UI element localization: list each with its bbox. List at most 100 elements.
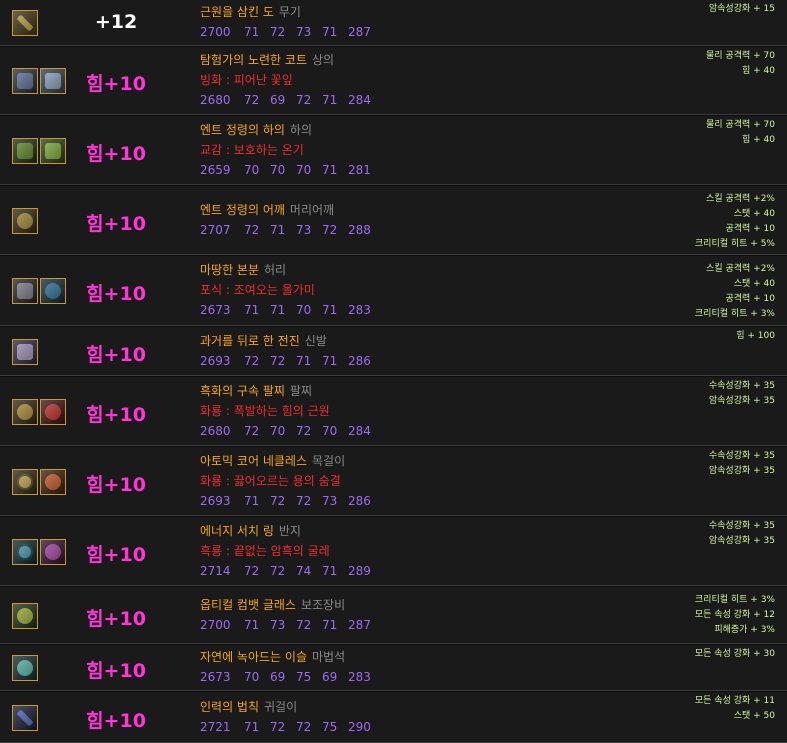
item-name[interactable]: 자연에 녹아드는 이슬	[200, 650, 307, 664]
pants-icon[interactable]	[12, 138, 38, 164]
item-info: 에너지 서치 링 반지 흑룡 : 끝없는 암흑의 굴레 2714 72 72 74 71 289	[200, 521, 378, 581]
equipment-row[interactable]: 힘+10 마땅한 본분 허리 포식 : 조여오는 올가미 2673 71 71 70 71 283…	[0, 256, 787, 326]
bonus-line: 스탯 + 40	[733, 279, 775, 289]
equipment-row[interactable]: 힘+10 아토믹 코어 네클레스 목걸이 화룡 : 끓어오르는 용의 숨결 2693 71…	[0, 447, 787, 516]
ring-icon[interactable]	[12, 539, 38, 565]
item-name[interactable]: 근원을 삼킨 도	[200, 5, 274, 19]
item-name[interactable]: 아토믹 코어 네클레스	[200, 454, 307, 468]
bracelet-icon[interactable]	[40, 399, 66, 425]
stat-value: 2700	[200, 618, 231, 632]
item-info: 엔트 정령의 하의 하의 교감 : 보호하는 온기 2659 70 70 70 71 281	[200, 120, 378, 180]
stat-value: 287	[348, 25, 371, 39]
coat-icon[interactable]	[12, 68, 38, 94]
stat-value: 71	[322, 93, 338, 107]
bonus-line: 크리티컬 히트 + 3%	[694, 595, 775, 605]
stat-value: 283	[348, 303, 371, 317]
item-stats: 2673 70 69 75 69 283	[200, 667, 378, 687]
equipment-row[interactable]: 힘+10 옵티컬 컴뱃 글래스 보조장비 2700 71 73 72 71 287 크리티컬 히트…	[0, 587, 787, 644]
subequipment-icon[interactable]	[12, 603, 38, 629]
stat-value: 2721	[200, 720, 231, 734]
stat-value: 72	[296, 494, 312, 508]
stat-value: 70	[296, 303, 312, 317]
bonus-line: 암속성강화 + 35	[708, 536, 775, 546]
magic-stone-icon[interactable]	[12, 655, 38, 681]
belt-icon[interactable]	[12, 278, 38, 304]
stat-value: 284	[348, 424, 371, 438]
bonus-line: 힘 + 40	[742, 135, 775, 145]
necklace-icon[interactable]	[40, 469, 66, 495]
upgrade-level: 힘+10	[86, 73, 146, 95]
equipment-row[interactable]: 힘+10 자연에 녹아드는 이슬 마법석 2673 70 69 75 69 283 모든 속성 강…	[0, 645, 787, 691]
item-icons	[12, 138, 66, 164]
equipment-row[interactable]: 힘+10 엔트 정령의 어깨 머리어깨 2707 72 71 73 72 288 스킬 공격력 +…	[0, 186, 787, 255]
bracelet-icon[interactable]	[12, 399, 38, 425]
equipment-row[interactable]: 힘+10 에너지 서치 링 반지 흑룡 : 끝없는 암흑의 굴레 2714 72 72 74 7…	[0, 517, 787, 586]
equipment-row[interactable]: 힘+10 과거를 뒤로 한 전진 신발 2693 72 72 71 71 286 힘 + 100	[0, 327, 787, 376]
item-category: 머리어깨	[289, 203, 335, 217]
item-info: 흑화의 구속 팔찌 팔찌 화룡 : 폭발하는 힘의 근원 2680 72 70 72 70 28…	[200, 381, 378, 441]
equipment-list: +12 근원을 삼킨 도 무기 2700 71 72 73 71 287 암속성강화 + 15 힘+…	[0, 0, 787, 743]
sword-icon[interactable]	[12, 10, 38, 36]
boots-icon[interactable]	[12, 339, 38, 365]
item-icons	[12, 278, 66, 304]
item-category: 허리	[264, 263, 287, 277]
item-name[interactable]: 인력의 법칙	[200, 700, 259, 714]
item-name[interactable]: 마땅한 본분	[200, 263, 259, 277]
item-stats: 2700 71 73 72 71 287	[200, 615, 378, 635]
stat-value: 72	[244, 424, 260, 438]
stat-value: 71	[296, 354, 312, 368]
stat-value: 71	[244, 720, 260, 734]
belt-icon[interactable]	[40, 278, 66, 304]
item-bonus-list: 모든 속성 강화 + 11 스탯 + 50	[695, 694, 775, 724]
bonus-line: 암속성강화 + 35	[708, 466, 775, 476]
item-category: 신발	[304, 334, 327, 348]
stat-value: 71	[244, 25, 260, 39]
bonus-line: 모든 속성 강화 + 30	[694, 649, 775, 659]
stat-value: 69	[270, 670, 286, 684]
stat-value: 2659	[200, 163, 231, 177]
upgrade-level: 힘+10	[86, 608, 146, 630]
item-name[interactable]: 흑화의 구속 팔찌	[200, 384, 285, 398]
earring-icon[interactable]	[12, 705, 38, 731]
bonus-line: 암속성강화 + 35	[708, 396, 775, 406]
bonus-line: 모든 속성 강화 + 11	[694, 696, 775, 706]
stat-value: 287	[348, 618, 371, 632]
stat-value: 75	[296, 670, 312, 684]
ring-icon[interactable]	[40, 539, 66, 565]
stat-value: 2714	[200, 564, 231, 578]
stat-value: 2693	[200, 354, 231, 368]
item-stats: 2693 71 72 72 73 286	[200, 491, 378, 511]
coat-icon[interactable]	[40, 68, 66, 94]
shoulder-armor-icon[interactable]	[12, 208, 38, 234]
stat-value: 283	[348, 670, 371, 684]
necklace-icon[interactable]	[12, 469, 38, 495]
item-name[interactable]: 에너지 서치 링	[200, 524, 274, 538]
item-stats: 2693 72 72 71 71 286	[200, 351, 378, 371]
item-bonus-list: 수속성강화 + 35 암속성강화 + 35	[709, 449, 775, 479]
stat-value: 72	[296, 618, 312, 632]
item-name[interactable]: 엔트 정령의 하의	[200, 123, 285, 137]
item-bonus-list: 수속성강화 + 35 암속성강화 + 35	[709, 379, 775, 409]
item-category: 하의	[289, 123, 313, 137]
equipment-row[interactable]: 힘+10 탐험가의 노련한 코트 상의 빙화 : 피어난 꽃잎 2680 72 69 72 71…	[0, 47, 787, 115]
equipment-row[interactable]: +12 근원을 삼킨 도 무기 2700 71 72 73 71 287 암속성강화 + 15	[0, 0, 787, 46]
upgrade-level: 힘+10	[86, 710, 146, 732]
stat-value: 2680	[200, 424, 231, 438]
stat-value: 288	[348, 223, 371, 237]
bonus-line: 스탯 + 50	[733, 711, 775, 721]
item-category: 보조장비	[300, 598, 346, 612]
stat-value: 70	[244, 163, 260, 177]
item-name[interactable]: 과거를 뒤로 한 전진	[200, 334, 300, 348]
stat-value: 75	[322, 720, 338, 734]
equipment-row[interactable]: 힘+10 엔트 정령의 하의 하의 교감 : 보호하는 온기 2659 70 70 70 71 2…	[0, 116, 787, 185]
equipment-row[interactable]: 힘+10 인력의 법칙 귀걸이 2721 71 72 72 75 290 모든 속성 강화 + 1…	[0, 692, 787, 743]
item-stats: 2700 71 72 73 71 287	[200, 22, 378, 42]
item-name[interactable]: 엔트 정령의 어깨	[200, 203, 285, 217]
item-name[interactable]: 탐험가의 노련한 코트	[200, 53, 307, 67]
equipment-row[interactable]: 힘+10 흑화의 구속 팔찌 팔찌 화룡 : 폭발하는 힘의 근원 2680 72 70 72…	[0, 377, 787, 446]
item-name[interactable]: 옵티컬 컴뱃 글래스	[200, 598, 296, 612]
item-icons	[12, 10, 38, 36]
pants-icon[interactable]	[40, 138, 66, 164]
stat-value: 72	[270, 720, 286, 734]
upgrade-level: 힘+10	[86, 143, 146, 165]
